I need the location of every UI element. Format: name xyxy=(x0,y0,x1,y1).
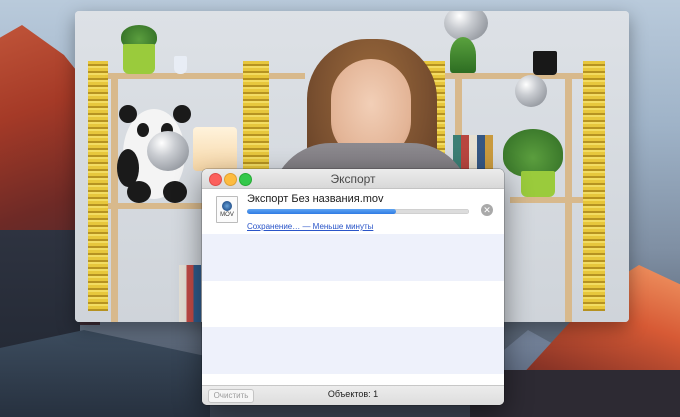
wallpaper-hill xyxy=(0,330,210,417)
stop-export-button[interactable]: ✕ xyxy=(481,204,493,216)
progress-fill xyxy=(247,209,396,214)
file-type-label: MOV xyxy=(220,212,234,218)
status-bar: Очистить Объектов: 1 xyxy=(202,385,504,405)
panda-ear xyxy=(119,105,137,123)
mug xyxy=(533,51,557,75)
tinsel-garland xyxy=(88,61,108,311)
list-row-empty xyxy=(202,374,504,385)
tinsel-garland xyxy=(583,61,605,311)
list-row-empty xyxy=(202,281,504,327)
export-item[interactable]: MOV Экспорт Без названия.mov ✕ Сохранени… xyxy=(202,189,504,234)
shelf xyxy=(105,203,215,209)
list-row-empty xyxy=(202,234,504,281)
shelf-post xyxy=(565,73,572,322)
tinsel-garland xyxy=(243,61,269,181)
list-row-empty xyxy=(202,327,504,374)
plant-pot xyxy=(123,44,155,74)
panda-eye xyxy=(137,123,149,137)
plant-pot xyxy=(521,171,555,197)
title-bar[interactable]: Экспорт xyxy=(202,169,504,189)
ornament-ball xyxy=(515,75,547,107)
books xyxy=(179,265,201,322)
tree-ornament xyxy=(450,37,476,73)
export-status-text: Сохранение… — Меньше минуты xyxy=(247,222,374,231)
panda-ear xyxy=(173,105,191,123)
shelf-post xyxy=(111,73,118,322)
movie-file-icon: MOV xyxy=(216,196,238,223)
panda-leg xyxy=(127,181,151,203)
plant xyxy=(503,129,563,177)
export-file-name: Экспорт Без названия.mov xyxy=(247,193,384,205)
object-count: Объектов: 1 xyxy=(327,389,379,399)
export-window: Экспорт MOV Экспорт Без названия.mov ✕ С… xyxy=(202,169,504,405)
window-title: Экспорт xyxy=(330,172,376,186)
ornament-ball xyxy=(147,131,189,171)
lamp xyxy=(193,127,237,171)
jar xyxy=(174,56,187,74)
export-list: MOV Экспорт Без названия.mov ✕ Сохранени… xyxy=(202,189,504,385)
panda-leg xyxy=(163,181,187,203)
export-progress-bar xyxy=(247,209,469,214)
